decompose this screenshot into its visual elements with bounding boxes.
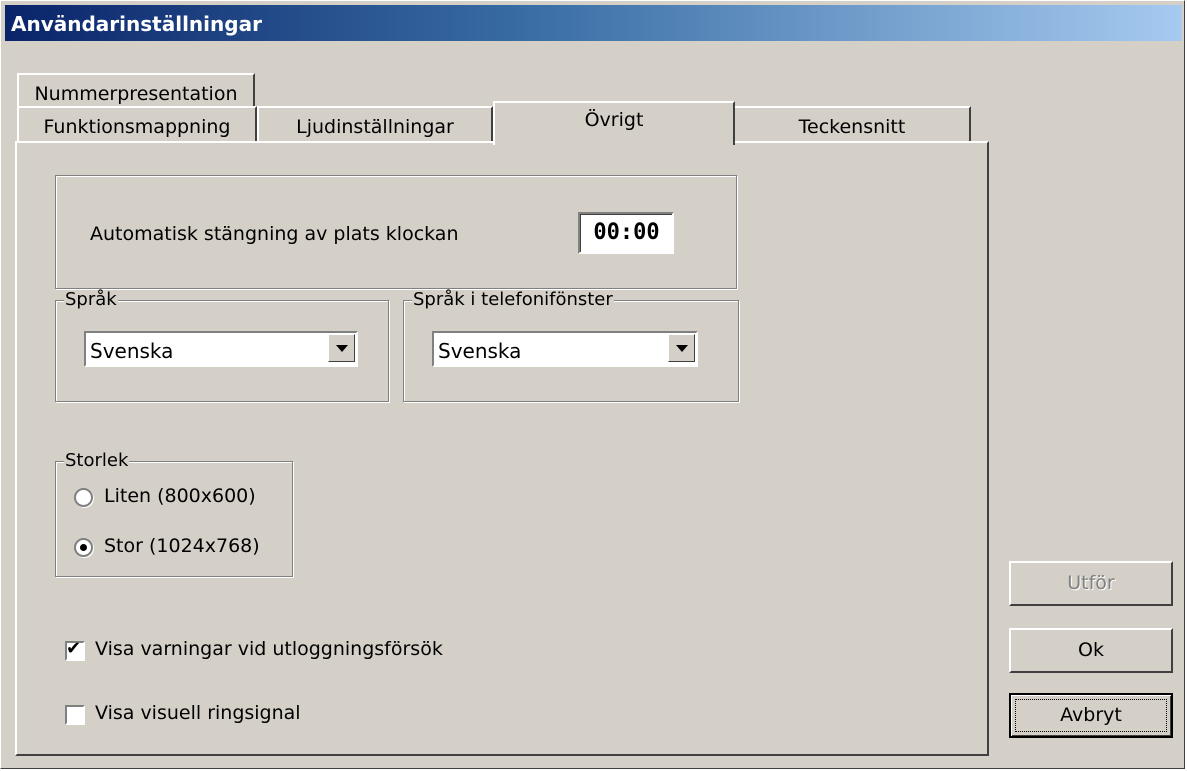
language-select[interactable]: Svenska	[84, 331, 358, 367]
tab-label: Övrigt	[584, 109, 644, 131]
tab-label: Funktionsmappning	[43, 116, 231, 138]
phone-language-select[interactable]: Svenska	[432, 331, 698, 367]
auto-close-label: Automatisk stängning av plats klockan	[90, 223, 459, 245]
ok-button[interactable]: Ok	[1009, 628, 1173, 673]
auto-close-time-value: 00:00	[580, 214, 672, 252]
title-bar: Användarinställningar	[5, 5, 1182, 41]
warn-logout-label: Visa varningar vid utloggningsförsök	[95, 638, 443, 660]
phone-language-legend: Språk i telefonifönster	[412, 289, 614, 310]
window-title: Användarinställningar	[11, 12, 262, 36]
phone-language-value: Svenska	[438, 339, 522, 363]
language-group: Språk Svenska	[55, 290, 389, 402]
chevron-down-icon[interactable]	[328, 334, 355, 362]
size-group: Storlek Liten (800x600) Stor (1024x768)	[55, 451, 293, 577]
tab-label: Ljudinställningar	[296, 116, 454, 138]
tab-teckensnitt[interactable]: Teckensnitt	[733, 106, 971, 143]
phone-language-group: Språk i telefonifönster Svenska	[403, 290, 739, 402]
size-legend: Storlek	[64, 450, 130, 471]
visual-ring-label: Visa visuell ringsignal	[95, 702, 301, 724]
language-legend: Språk	[64, 289, 118, 310]
tab-funktionsmappning[interactable]: Funktionsmappning	[17, 106, 257, 143]
size-large-label: Stor (1024x768)	[104, 535, 260, 557]
visual-ring-checkbox[interactable]	[65, 705, 85, 725]
focus-rect	[1015, 699, 1167, 732]
tab-ljudinstallningar[interactable]: Ljudinställningar	[257, 106, 493, 143]
checkmark-icon: ✔	[66, 638, 82, 659]
chevron-down-icon[interactable]	[668, 334, 695, 362]
tab-label: Nummerpresentation	[34, 83, 238, 105]
language-value: Svenska	[90, 339, 174, 363]
apply-button[interactable]: Utför	[1009, 561, 1173, 606]
size-small-radio[interactable]	[74, 488, 93, 507]
tab-label: Teckensnitt	[798, 116, 906, 138]
tab-panel-ovrigt: Automatisk stängning av plats klockan 00…	[15, 141, 989, 756]
cancel-button[interactable]: Avbryt	[1009, 693, 1173, 738]
tab-ovrigt[interactable]: Övrigt	[493, 101, 735, 145]
size-large-radio[interactable]	[74, 538, 93, 557]
auto-close-time-input[interactable]: 00:00	[578, 212, 674, 254]
tab-nummerpresentation[interactable]: Nummerpresentation	[17, 73, 255, 107]
size-small-label: Liten (800x600)	[104, 485, 256, 507]
settings-dialog: Användarinställningar Nummerpresentation…	[0, 0, 1185, 769]
auto-close-group: Automatisk stängning av plats klockan 00…	[55, 175, 737, 289]
warn-logout-checkbox[interactable]: ✔	[65, 638, 85, 661]
